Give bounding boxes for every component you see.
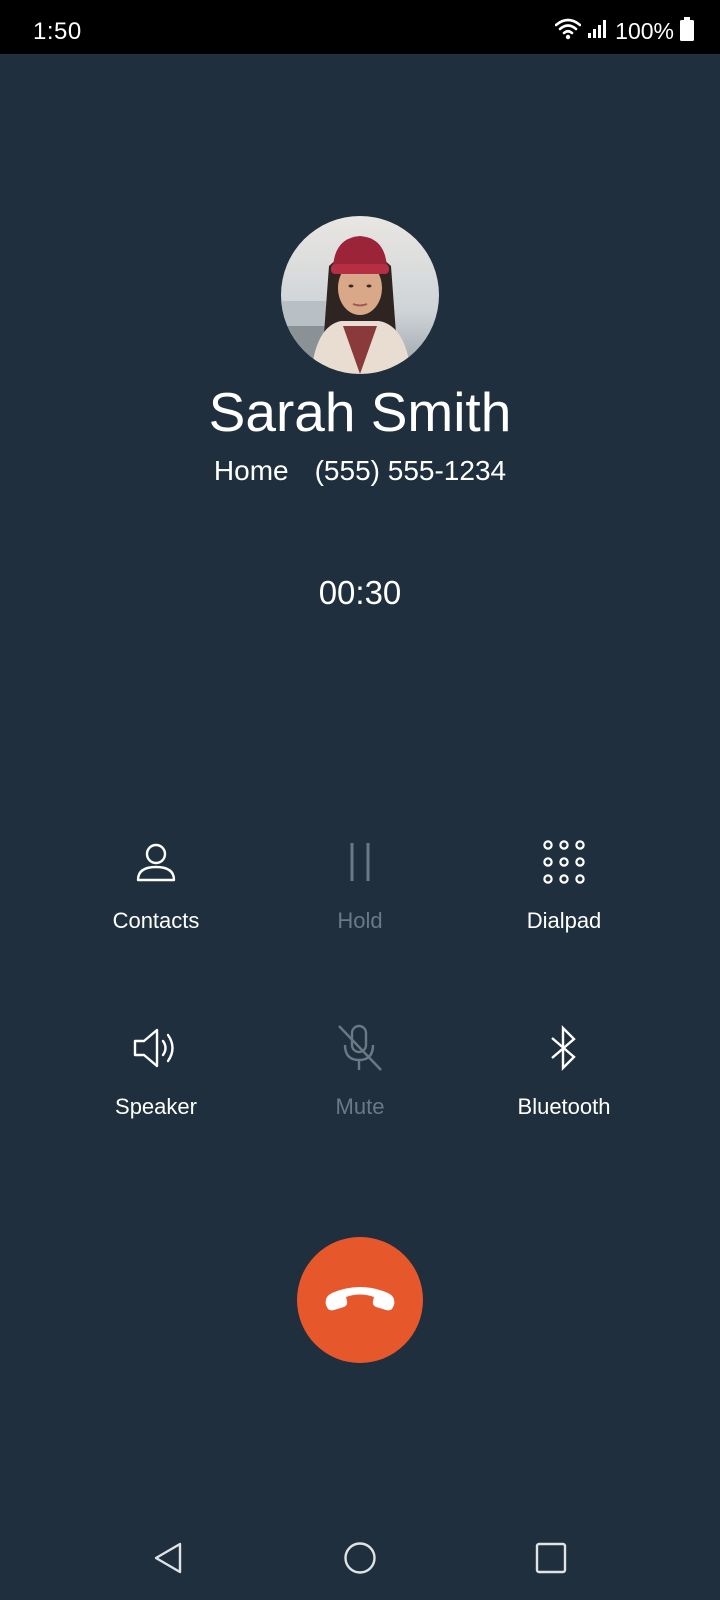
status-time: 1:50 (33, 18, 82, 45)
mic-off-icon (332, 1020, 388, 1076)
hold-button[interactable]: Hold (260, 834, 460, 974)
mute-button[interactable]: Mute (260, 1020, 460, 1160)
person-icon (128, 834, 184, 890)
mute-label: Mute (335, 1094, 385, 1119)
recents-button[interactable] (529, 1538, 573, 1582)
battery-icon (680, 16, 694, 46)
back-icon (152, 1541, 184, 1580)
back-button[interactable] (146, 1538, 190, 1582)
hold-label: Hold (337, 908, 383, 933)
navigation-bar (0, 1520, 720, 1600)
caller-name: Sarah Smith (208, 381, 512, 443)
pause-icon (332, 834, 388, 890)
battery-percent: 100% (615, 17, 674, 44)
contacts-label: Contacts (112, 908, 200, 933)
bluetooth-label: Bluetooth (517, 1094, 611, 1119)
dialpad-button[interactable]: Dialpad (464, 834, 664, 974)
home-button[interactable] (338, 1538, 382, 1582)
dialpad-icon (536, 834, 592, 890)
number-type-label: Home (213, 455, 289, 486)
speaker-button[interactable]: Speaker (56, 1020, 256, 1160)
end-call-button[interactable] (297, 1237, 423, 1363)
caller-avatar (281, 216, 439, 374)
caller-number-line: Home (555) 555-1234 (0, 455, 720, 487)
phone-hangup-icon (322, 1283, 398, 1318)
contacts-button[interactable]: Contacts (56, 834, 256, 974)
phone-number: (555) 555-1234 (314, 455, 507, 486)
speaker-icon (128, 1020, 184, 1076)
signal-icon (587, 19, 609, 44)
wifi-icon (554, 18, 582, 45)
bluetooth-icon (536, 1020, 592, 1076)
status-bar: 1:50 100% (0, 0, 720, 54)
recents-icon (535, 1542, 567, 1579)
status-icons: 100% (554, 16, 694, 46)
bluetooth-button[interactable]: Bluetooth (464, 1020, 664, 1160)
speaker-label: Speaker (115, 1094, 197, 1119)
in-call-screen: 1:50 100% Sarah Smith Home (555) 555-123… (0, 0, 720, 1600)
home-icon (343, 1541, 377, 1580)
call-timer: 00:30 (318, 574, 402, 611)
dialpad-label: Dialpad (526, 908, 602, 933)
